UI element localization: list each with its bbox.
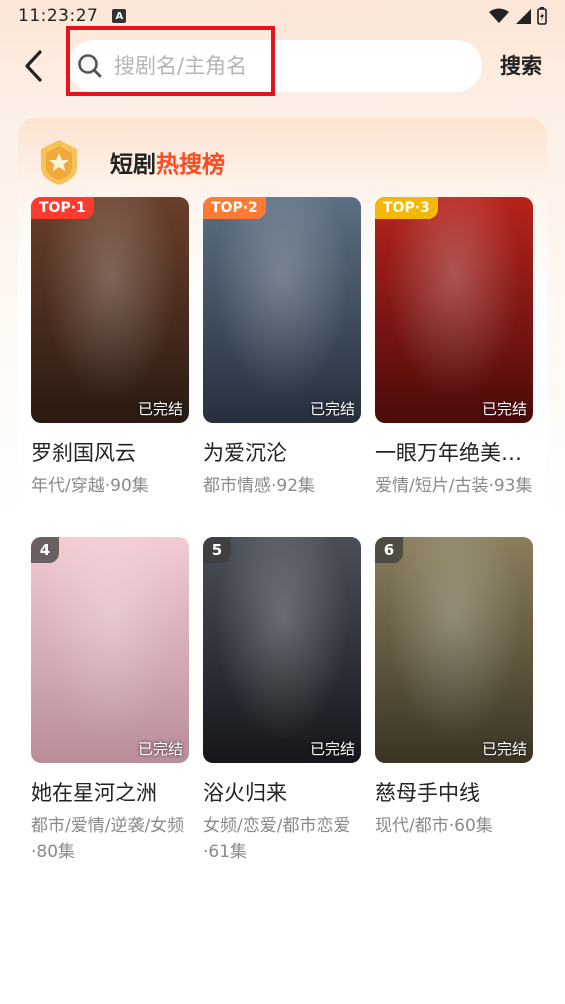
drama-card[interactable]: 5 已完结浴火归来女频/恋爱/都市恋爱·61集 bbox=[203, 537, 361, 865]
drama-meta: 女频/恋爱/都市恋爱·61集 bbox=[203, 816, 351, 862]
rank-badge: TOP·3 bbox=[375, 197, 438, 219]
drama-card[interactable]: TOP·1 已完结罗刹国风云年代/穿越·90集 bbox=[31, 197, 189, 499]
poster-image bbox=[31, 537, 189, 763]
completed-tag: 已完结 bbox=[309, 740, 355, 758]
rank-header: 短剧 热搜榜 bbox=[34, 132, 225, 192]
medal-icon bbox=[41, 140, 77, 185]
poster-image bbox=[203, 537, 361, 763]
drama-title[interactable]: 罗刹国风云 bbox=[31, 437, 189, 467]
drama-card[interactable]: TOP·2 已完结为爱沉沦都市情感·92集 bbox=[203, 197, 361, 499]
drama-poster[interactable]: 6 已完结 bbox=[375, 537, 533, 763]
rank-badge: 4 bbox=[31, 537, 59, 563]
completed-tag: 已完结 bbox=[481, 400, 527, 418]
rank-badge: TOP·1 bbox=[31, 197, 94, 219]
drama-card[interactable]: 6 已完结慈母手中线现代/都市·60集 bbox=[375, 537, 533, 839]
poster-image bbox=[375, 537, 533, 763]
drama-meta: 年代/穿越·90集 bbox=[31, 476, 149, 496]
drama-poster[interactable]: TOP·1 已完结 bbox=[31, 197, 189, 423]
search-icon bbox=[78, 54, 102, 78]
drama-title[interactable]: 她在星河之洲 bbox=[31, 777, 189, 807]
wifi-icon bbox=[489, 8, 509, 23]
drama-title[interactable]: 为爱沉沦 bbox=[203, 437, 361, 467]
drama-title[interactable]: 慈母手中线 bbox=[375, 777, 533, 807]
drama-card[interactable]: 4 已完结她在星河之洲都市/爱情/逆袭/女频·80集 bbox=[31, 537, 189, 865]
rank-badge: TOP·2 bbox=[203, 197, 266, 219]
drama-poster[interactable]: TOP·2 已完结 bbox=[203, 197, 361, 423]
chevron-left-icon bbox=[25, 50, 42, 82]
signal-icon bbox=[516, 9, 531, 24]
poster-image bbox=[31, 197, 189, 423]
completed-tag: 已完结 bbox=[137, 740, 183, 758]
poster-image bbox=[203, 197, 361, 423]
status-icons bbox=[489, 7, 547, 25]
completed-tag: 已完结 bbox=[137, 400, 183, 418]
drama-title[interactable]: 浴火归来 bbox=[203, 777, 361, 807]
drama-card[interactable]: TOP·3 已完结一眼万年绝美… 爱情/短片/古装·93集 bbox=[375, 197, 533, 499]
rank-title: 短剧 bbox=[110, 152, 156, 178]
search-input[interactable] bbox=[114, 54, 444, 78]
status-time: 11:23:27 bbox=[18, 6, 99, 26]
drama-meta: 现代/都市·60集 bbox=[375, 816, 493, 836]
rank-badge: 5 bbox=[203, 537, 231, 563]
poster-image bbox=[375, 197, 533, 423]
drama-poster[interactable]: 4 已完结 bbox=[31, 537, 189, 763]
search-box[interactable] bbox=[68, 40, 482, 92]
status-bar: 11:23:27 A bbox=[0, 0, 565, 32]
completed-tag: 已完结 bbox=[309, 400, 355, 418]
drama-title[interactable]: 一眼万年绝美… bbox=[375, 437, 533, 467]
drama-poster[interactable]: 5 已完结 bbox=[203, 537, 361, 763]
screen: 11:23:27 A 搜索 短剧 热搜榜 bbox=[0, 0, 565, 1004]
completed-tag: 已完结 bbox=[481, 740, 527, 758]
drama-meta: 爱情/短片/古装·93集 bbox=[375, 476, 533, 496]
drama-poster[interactable]: TOP·3 已完结 bbox=[375, 197, 533, 423]
back-button[interactable] bbox=[14, 44, 54, 88]
battery-icon bbox=[537, 7, 547, 25]
rank-badge: 6 bbox=[375, 537, 403, 563]
rank-title-hot: 热搜榜 bbox=[156, 152, 225, 178]
drama-meta: 都市/爱情/逆袭/女频·80集 bbox=[31, 816, 185, 862]
search-button[interactable]: 搜索 bbox=[500, 50, 542, 80]
drama-meta: 都市情感·92集 bbox=[203, 476, 316, 496]
notification-icon: A bbox=[112, 9, 127, 23]
